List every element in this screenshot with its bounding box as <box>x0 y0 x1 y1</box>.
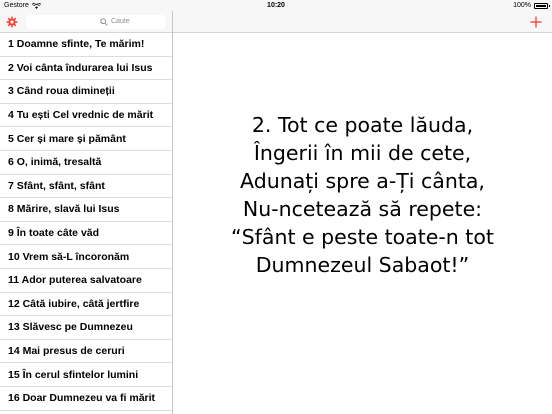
song-list-item[interactable]: 13 Slăvesc pe Dumnezeu <box>0 316 172 340</box>
song-list-item[interactable]: 4 Tu ești Cel vrednic de mărit <box>0 104 172 128</box>
verse-line: Dumnezeul Sabaot!” <box>255 253 470 277</box>
plus-icon <box>530 16 542 28</box>
song-list: 1 Doamne sfinte, Te mărim! 2 Voi cânta în… <box>0 33 172 411</box>
verse-line: Adunați spre a-Ți cânta, <box>240 169 485 193</box>
add-button[interactable] <box>529 15 543 29</box>
battery-fill <box>536 4 546 7</box>
song-list-item[interactable]: 1 Doamne sfinte, Te mărim! <box>0 33 172 57</box>
verse-line: Îngerii în mii de cete, <box>253 141 472 165</box>
song-list-item[interactable]: 12 Câtă iubire, câtă jertfire <box>0 293 172 317</box>
status-bar: Gestore 10:20 100% <box>0 0 552 11</box>
song-list-item[interactable]: 6 O, inimă, tresaltă <box>0 151 172 175</box>
search-placeholder: Caute <box>111 18 130 25</box>
status-right: 100% <box>513 0 550 11</box>
song-list-item[interactable]: 2 Voi cânta îndurarea lui Isus <box>0 57 172 81</box>
verse-line: “Sfânt e peste toate-n tot <box>231 225 494 249</box>
song-list-item[interactable]: 10 Vrem să-L încoronăm <box>0 245 172 269</box>
search-icon <box>100 17 108 26</box>
verse-line: 2. Tot ce poate lăuda, <box>251 113 474 137</box>
gear-icon[interactable] <box>6 16 18 28</box>
song-list-item[interactable]: 15 În cerul sfintelor lumini <box>0 363 172 387</box>
clock: 10:20 <box>267 2 285 9</box>
verse-line: Nu-ncetează să repete: <box>242 197 483 221</box>
song-list-item[interactable]: 14 Mai presus de ceruri <box>0 340 172 364</box>
song-list-item[interactable]: 11 Ador puterea salvatoare <box>0 269 172 293</box>
battery-icon <box>534 2 550 9</box>
song-list-item[interactable]: 3 Când roua dimineții <box>0 80 172 104</box>
verse-text: 2. Tot ce poate lăuda, Îngerii în mii de … <box>173 111 552 279</box>
battery-percent: 100% <box>513 2 531 9</box>
search-input[interactable]: Caute <box>26 14 166 29</box>
song-list-item[interactable]: 8 Mărire, slavă lui Isus <box>0 198 172 222</box>
sidebar: Caute 1 Doamne sfinte, Te mărim! 2 Voi câ… <box>0 11 173 414</box>
main-toolbar <box>173 11 552 33</box>
song-list-item[interactable]: 9 În toate câte văd <box>0 222 172 246</box>
song-list-item[interactable]: 7 Sfânt, sfânt, sfânt <box>0 175 172 199</box>
sidebar-header: Caute <box>0 11 172 33</box>
song-list-item[interactable]: 16 Doar Dumnezeu va fi mărit <box>0 387 172 411</box>
song-list-item[interactable]: 5 Cer și mare și pământ <box>0 127 172 151</box>
